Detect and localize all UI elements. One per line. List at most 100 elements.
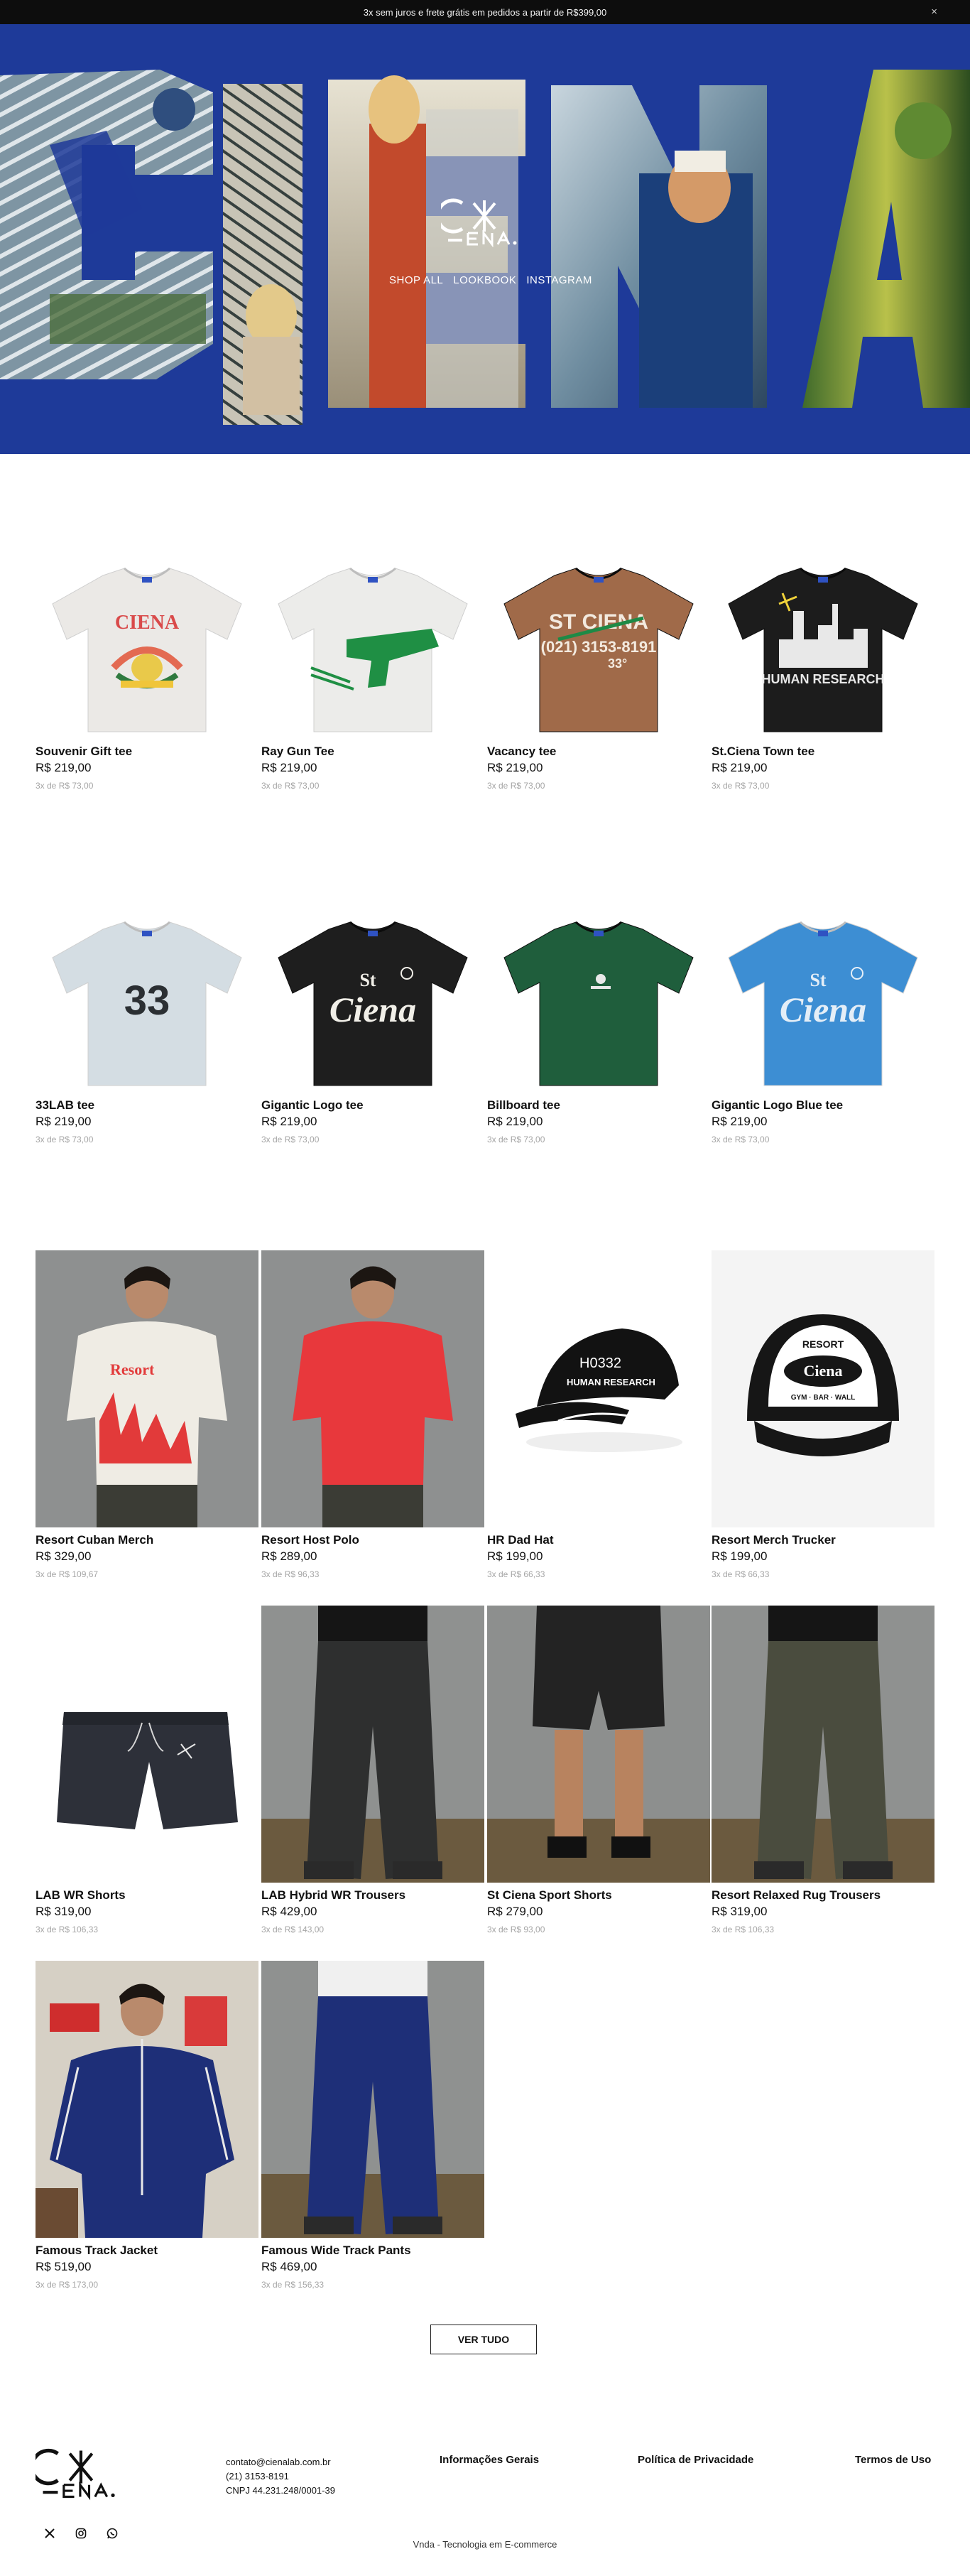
product-installments: 3x de R$ 73,00: [261, 1135, 320, 1144]
svg-text:St: St: [810, 970, 826, 990]
product-image[interactable]: [36, 1606, 258, 1883]
product-installments: 3x de R$ 106,33: [36, 1925, 99, 1934]
announcement-text: 3x sem juros e frete grátis em pedidos a…: [363, 6, 607, 18]
product-card[interactable]: Resort Resort Cuban Merch R$ 329,00 3x de R…: [36, 1250, 258, 1579]
product-name[interactable]: Resort Relaxed Rug Trousers: [712, 1888, 934, 1903]
product-name[interactable]: Resort Host Polo: [261, 1533, 484, 1547]
svg-text:33°: 33°: [608, 656, 627, 671]
product-name[interactable]: Famous Wide Track Pants: [261, 2244, 484, 2258]
product-name[interactable]: St.Ciena Town tee: [712, 745, 934, 759]
product-name[interactable]: Billboard tee: [487, 1098, 710, 1113]
product-name[interactable]: HR Dad Hat: [487, 1533, 710, 1547]
product-card[interactable]: Ciena RESORT GYM · BAR · WALL Resort Merch …: [712, 1250, 934, 1579]
product-image[interactable]: [487, 1606, 710, 1883]
product-installments: 3x de R$ 73,00: [712, 781, 770, 791]
footer-logo[interactable]: [30, 2444, 128, 2504]
product-name[interactable]: Souvenir Gift tee: [36, 745, 258, 759]
product-image[interactable]: [261, 1250, 484, 1527]
svg-text:Ciena: Ciena: [329, 990, 416, 1029]
product-image[interactable]: [261, 1606, 484, 1883]
nav-instagram[interactable]: INSTAGRAM: [526, 274, 592, 286]
product-card[interactable]: St Ciena Gigantic Logo Blue tee R$ 219,00 3x…: [712, 915, 934, 1144]
product-price: R$ 519,00: [36, 2260, 92, 2273]
product-name[interactable]: LAB WR Shorts: [36, 1888, 258, 1903]
product-price: R$ 219,00: [36, 761, 92, 774]
product-image[interactable]: [261, 1961, 484, 2238]
product-installments: 3x de R$ 96,33: [261, 1569, 320, 1579]
product-image[interactable]: HUMAN RESEARCH: [712, 561, 934, 739]
footer-email[interactable]: contato@cienalab.com.br: [226, 2455, 335, 2469]
product-card[interactable]: ST CIENA (021) 3153-8191 33° Vacancy tee R$ …: [487, 561, 710, 791]
svg-text:Ciena: Ciena: [780, 990, 866, 1029]
product-image[interactable]: 33: [36, 915, 258, 1093]
instagram-icon[interactable]: [74, 2526, 88, 2540]
product-image[interactable]: St Ciena: [712, 915, 934, 1093]
product-installments: 3x de R$ 106,33: [712, 1925, 775, 1934]
product-name[interactable]: Gigantic Logo tee: [261, 1098, 484, 1113]
product-installments: 3x de R$ 73,00: [487, 781, 545, 791]
view-all-button[interactable]: VER TUDO: [430, 2325, 537, 2354]
product-card[interactable]: H0332 HUMAN RESEARCH HR Dad Hat R$ 199,00 3x…: [487, 1250, 710, 1579]
product-price: R$ 469,00: [261, 2260, 317, 2273]
nav-shop-all[interactable]: SHOP ALL: [389, 274, 443, 286]
product-name[interactable]: St Ciena Sport Shorts: [487, 1888, 710, 1903]
product-card[interactable]: St Ciena Sport Shorts R$ 279,00 3x de R$ 9…: [487, 1606, 710, 1934]
product-card[interactable]: HUMAN RESEARCH St.Ciena Town tee R$ 219,00…: [712, 561, 934, 791]
product-name[interactable]: Resort Merch Trucker: [712, 1533, 934, 1547]
footer-cnpj: CNPJ 44.231.248/0001-39: [226, 2485, 335, 2496]
product-name[interactable]: Ray Gun Tee: [261, 745, 484, 759]
product-image[interactable]: [261, 561, 484, 739]
product-installments: 3x de R$ 73,00: [487, 1135, 545, 1144]
product-name[interactable]: Vacancy tee: [487, 745, 710, 759]
close-icon[interactable]: ×: [931, 6, 937, 18]
product-image[interactable]: Resort: [36, 1250, 258, 1527]
footer-link-terms[interactable]: Termos de Uso: [855, 2454, 931, 2466]
product-image[interactable]: [487, 915, 710, 1093]
footer-link-privacy[interactable]: Política de Privacidade: [638, 2454, 753, 2466]
nav-lookbook[interactable]: LOOKBOOK: [453, 274, 516, 286]
svg-text:H0332: H0332: [579, 1355, 621, 1371]
product-name[interactable]: 33LAB tee: [36, 1098, 258, 1113]
product-card[interactable]: 33 33LAB tee R$ 219,00 3x de R$ 73,00: [36, 915, 258, 1144]
hero-banner: SHOP ALL LOOKBOOK INSTAGRAM: [0, 24, 970, 454]
product-image[interactable]: [36, 1961, 258, 2238]
product-name[interactable]: LAB Hybrid WR Trousers: [261, 1888, 484, 1903]
product-card[interactable]: Famous Wide Track Pants R$ 469,00 3x de R$…: [261, 1961, 484, 2290]
product-card[interactable]: Resort Relaxed Rug Trousers R$ 319,00 3x d…: [712, 1606, 934, 1934]
announcement-bar: 3x sem juros e frete grátis em pedidos a…: [0, 0, 970, 24]
powered-by[interactable]: Vnda - Tecnologia em E-commerce: [0, 2539, 970, 2550]
product-price: R$ 279,00: [487, 1905, 543, 1918]
svg-text:HUMAN RESEARCH: HUMAN RESEARCH: [567, 1377, 655, 1387]
whatsapp-icon[interactable]: [105, 2526, 119, 2540]
product-price: R$ 219,00: [36, 1115, 92, 1128]
brand-logo[interactable]: [441, 197, 529, 247]
product-name[interactable]: Resort Cuban Merch: [36, 1533, 258, 1547]
product-card[interactable]: St Ciena Gigantic Logo tee R$ 219,00 3x de R…: [261, 915, 484, 1144]
product-card[interactable]: LAB WR Shorts R$ 319,00 3x de R$ 106,33: [36, 1606, 258, 1934]
product-image[interactable]: St Ciena: [261, 915, 484, 1093]
product-image[interactable]: CIENA: [36, 561, 258, 739]
svg-text:HUMAN RESEARCH: HUMAN RESEARCH: [761, 672, 884, 686]
product-card[interactable]: LAB Hybrid WR Trousers R$ 429,00 3x de R$ …: [261, 1606, 484, 1934]
product-card[interactable]: CIENA Souvenir Gift tee R$ 219,00 3x de R$ …: [36, 561, 258, 791]
product-price: R$ 219,00: [712, 761, 768, 774]
product-card[interactable]: Resort Host Polo R$ 289,00 3x de R$ 96,33: [261, 1250, 484, 1579]
product-price: R$ 289,00: [261, 1549, 317, 1563]
footer-phone[interactable]: (21) 3153-8191: [226, 2469, 335, 2484]
product-installments: 3x de R$ 66,33: [487, 1569, 545, 1579]
product-card[interactable]: Billboard tee R$ 219,00 3x de R$ 73,00: [487, 915, 710, 1144]
footer-link-info[interactable]: Informações Gerais: [440, 2454, 539, 2466]
product-image[interactable]: H0332 HUMAN RESEARCH: [487, 1250, 710, 1527]
product-image[interactable]: Ciena RESORT GYM · BAR · WALL: [712, 1250, 934, 1527]
x-twitter-icon[interactable]: [43, 2526, 57, 2540]
product-name[interactable]: Famous Track Jacket: [36, 2244, 258, 2258]
product-installments: 3x de R$ 93,00: [487, 1925, 545, 1934]
product-installments: 3x de R$ 73,00: [712, 1135, 770, 1144]
product-card[interactable]: Ray Gun Tee R$ 219,00 3x de R$ 73,00: [261, 561, 484, 791]
product-price: R$ 219,00: [487, 1115, 543, 1128]
svg-text:(021) 3153-8191: (021) 3153-8191: [541, 638, 657, 656]
product-image[interactable]: ST CIENA (021) 3153-8191 33°: [487, 561, 710, 739]
product-name[interactable]: Gigantic Logo Blue tee: [712, 1098, 934, 1113]
product-card[interactable]: Famous Track Jacket R$ 519,00 3x de R$ 173…: [36, 1961, 258, 2290]
product-image[interactable]: [712, 1606, 934, 1883]
